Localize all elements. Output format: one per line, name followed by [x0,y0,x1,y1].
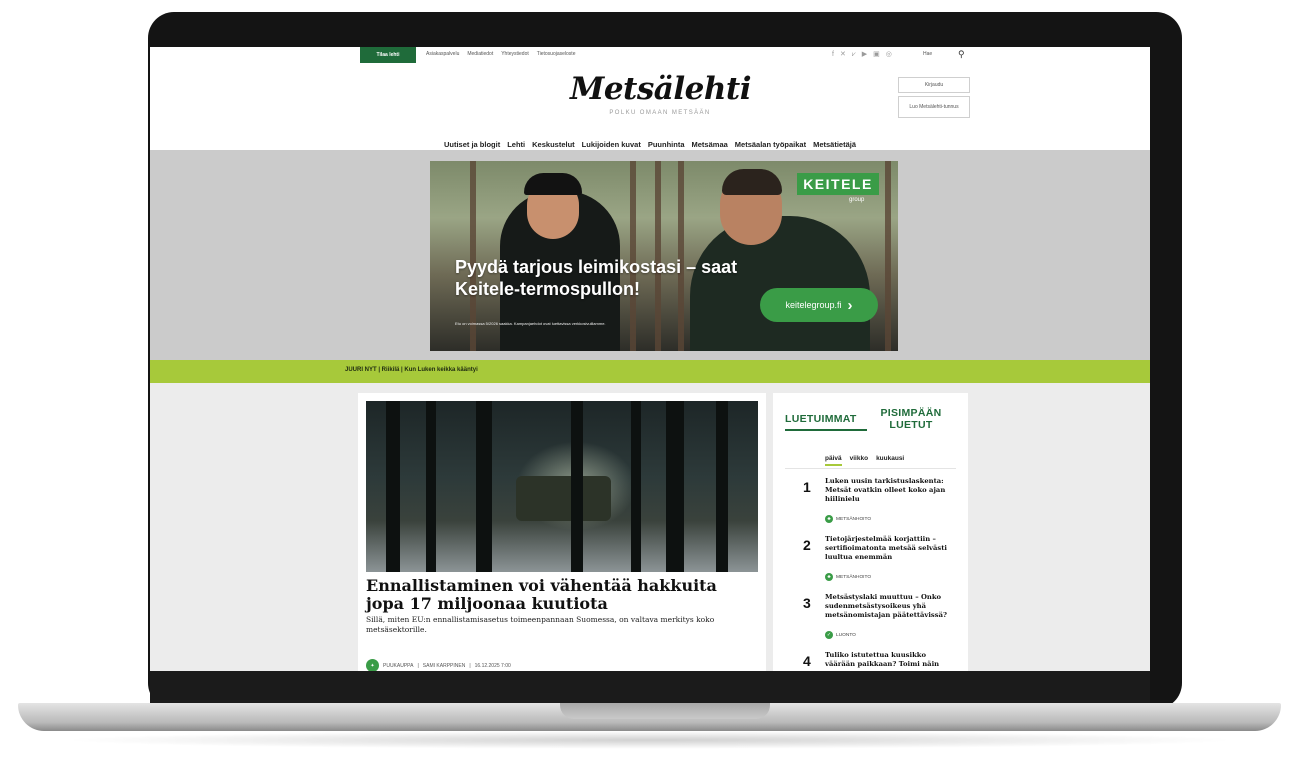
youtube-icon[interactable]: ▶ [862,50,867,59]
byline-separator: | [417,662,419,669]
tree-trunk [476,401,492,572]
list-item[interactable]: 1 Luken uusin tarkistuslaskenta: Metsät … [785,477,960,529]
tag-label[interactable]: LUONTO [836,633,856,638]
article-byline: ✦ PUUKAUPPA | SAMI KARPPINEN | 16.12.202… [366,659,511,671]
nav-item-wood-price[interactable]: Puunhinta [648,140,685,149]
login-button[interactable]: Kirjaudu [898,77,970,93]
nav-item-discussions[interactable]: Keskustelut [532,140,575,149]
rank-number: 4 [803,653,811,669]
linkedin-icon[interactable]: ▣ [873,50,880,59]
social-links: f ✕ ⩗ ▶ ▣ ◎ [832,50,892,59]
utility-link[interactable]: Tietosuojaseloste [537,51,576,57]
ad-brand-logo: KEITELE [797,173,879,195]
active-tab-underline [785,429,867,431]
tree-icon: ♣ [825,573,833,581]
chevron-right-icon: › [847,296,853,314]
laptop-notch [560,703,770,719]
list-item-title[interactable]: Tuliko istutettua kuusikko väärään paikk… [825,651,953,669]
utility-bar: Tilaa lehti Asiakaspalvelu Mediatiedot Y… [150,47,1150,64]
list-item-tag: ♣ METSÄNHOITO [825,515,871,523]
instagram-icon[interactable]: ◎ [886,50,892,59]
live-ticker[interactable]: JUURI NYT | Riikilä | Kun Luken keikka k… [150,360,1150,383]
site-tagline: POLKU OMAAN METSÄÄN [609,110,711,116]
article-category[interactable]: PUUKAUPPA [383,663,413,669]
tree-trunk [885,161,891,351]
ad-person-cap [524,173,582,195]
nav-item-quiz[interactable]: Metsätietäjä [813,140,856,149]
bluesky-icon[interactable]: ⩗ [852,50,856,59]
main-nav: Uutiset ja blogit Lehti Keskustelut Luki… [150,140,1150,149]
browser-viewport: Tilaa lehti Asiakaspalvelu Mediatiedot Y… [150,47,1150,671]
ad-cta-label: keitelegroup.fi [785,300,842,310]
divider [785,468,956,469]
list-item-title[interactable]: Luken uusin tarkistuslaskenta: Metsät ov… [825,477,953,504]
utility-links: Asiakaspalvelu Mediatiedot Yhteystiedot … [426,51,575,57]
site-logo[interactable]: Metsälehti [570,71,752,107]
nav-item-magazine[interactable]: Lehti [507,140,525,149]
list-item-title[interactable]: Metsästyslaki muuttuu – Onko sudenmetsäs… [825,593,953,620]
search-label[interactable]: Hae [923,51,932,57]
tree-trunk [666,401,684,572]
tree-trunk [716,401,728,572]
utility-link[interactable]: Mediatiedot [467,51,493,57]
forest-machine [516,476,611,521]
ad-headline: Pyydä tarjous leimikostasi – saat Keitel… [455,257,738,299]
article-title[interactable]: Ennallistaminen voi vähentää hakkuita jo… [366,577,758,613]
utility-link[interactable]: Asiakaspalvelu [426,51,459,57]
list-item-tag: ✓ LUONTO [825,631,856,639]
rank-number: 2 [803,537,811,553]
ad-band: KEITELE group Pyydä tarjous leimikostasi… [150,150,1150,360]
tree-trunk [426,401,436,572]
laptop-bezel [150,671,1150,704]
tree-icon: ♣ [825,515,833,523]
nav-item-news[interactable]: Uutiset ja blogit [444,140,500,149]
site-header: Metsälehti POLKU OMAAN METSÄÄN Kirjaudu … [150,63,1150,150]
ad-person-hair [722,169,782,195]
ad-brand-sub: group [849,197,865,203]
ad-cta-button[interactable]: keitelegroup.fi › [760,288,878,322]
list-item-tag: ♣ METSÄNHOITO [825,573,871,581]
rank-number: 1 [803,479,811,495]
search-icon[interactable]: ⚲ [958,49,965,59]
ad-fineprint: Etu on voimassa 5/2026 saakka. Kampanjae… [455,321,606,326]
tree-trunk [571,401,583,572]
x-icon[interactable]: ✕ [840,50,846,59]
tree-trunk [386,401,400,572]
article-date: 16.12.2025 7:00 [474,662,511,669]
tag-label[interactable]: METSÄNHOITO [836,517,871,522]
tab-longest-read[interactable]: PISIMPÄÄN LUETUT [869,407,953,431]
ad-banner[interactable]: KEITELE group Pyydä tarjous leimikostasi… [430,161,898,351]
period-week[interactable]: viikko [850,455,868,466]
list-item[interactable]: 4 Tuliko istutettua kuusikko väärään pai… [785,651,960,671]
byline-separator: | [469,662,471,669]
list-item[interactable]: 3 Metsästyslaki muuttuu – Onko sudenmets… [785,593,960,645]
utility-link[interactable]: Yhteystiedot [501,51,529,57]
create-account-button[interactable]: Luo Metsälehti-tunnus [898,96,970,118]
rank-number: 3 [803,595,811,611]
most-read-widget: LUETUIMMAT PISIMPÄÄN LUETUT päivä viikko… [773,393,968,671]
period-filter: päivä viikko kuukausi [825,455,904,466]
period-day[interactable]: päivä [825,455,842,466]
article-image[interactable] [366,401,758,572]
article-lead: Sillä, miten EU:n ennallistamisasetus to… [366,615,715,634]
subscribe-button[interactable]: Tilaa lehti [360,47,416,63]
tree-trunk [631,401,641,572]
category-icon: ✦ [366,659,379,671]
list-item[interactable]: 2 Tietojärjestelmää korjattiin – sertifi… [785,535,960,587]
period-month[interactable]: kuukausi [876,455,904,466]
tag-label[interactable]: METSÄNHOITO [836,575,871,580]
article-author: SAMI KARPPINEN [422,662,466,669]
facebook-icon[interactable]: f [832,50,834,59]
lead-article[interactable]: Ennallistaminen voi vähentää hakkuita jo… [358,393,766,671]
list-item-title[interactable]: Tietojärjestelmää korjattiin – sertifioi… [825,535,953,562]
ticker-text: JUURI NYT | Riikilä | Kun Luken keikka k… [345,367,478,373]
nav-item-forest-land[interactable]: Metsämaa [692,140,728,149]
nav-item-reader-photos[interactable]: Lukijoiden kuvat [582,140,641,149]
nav-item-jobs[interactable]: Metsäalan työpaikat [735,140,806,149]
leaf-icon: ✓ [825,631,833,639]
tab-most-read[interactable]: LUETUIMMAT [785,413,857,425]
laptop-shadow [60,731,1240,749]
